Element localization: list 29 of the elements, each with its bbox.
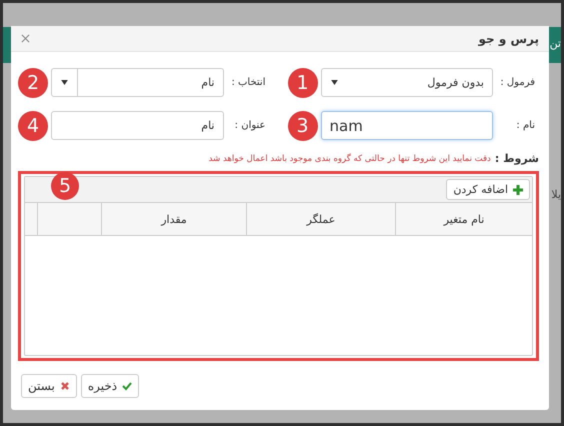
field-label: انتخاب : — [230, 77, 266, 88]
x-icon — [60, 381, 70, 391]
page-text: یلا — [551, 188, 561, 201]
column-header[interactable]: عملگر — [246, 203, 395, 235]
dropdown-arrow-icon — [330, 80, 338, 85]
save-button[interactable]: ذخیره — [80, 374, 140, 398]
page-header-text: تن — [550, 37, 561, 50]
field-label: عنوان : — [234, 120, 266, 131]
number-badge: 2 — [18, 68, 48, 98]
input-field[interactable]: nam — [320, 111, 493, 140]
number-badge: 3 — [288, 110, 318, 140]
field-label: نام : — [515, 120, 536, 131]
number-badge: 1 — [288, 68, 318, 98]
number-badge: 4 — [18, 110, 48, 140]
formula-dropdown[interactable]: بدون فرمول — [320, 68, 493, 97]
column-header[interactable]: نام متغیر — [395, 203, 532, 235]
field-label: فرمول : — [499, 77, 536, 88]
column-header[interactable]: مقدار — [101, 203, 246, 235]
notice-text: دقت نمایید این شروط تنها در حالتی که گروه بندی موجود باشد اعمال خواهد شد — [208, 154, 491, 164]
conditions-label: شروط : — [494, 152, 539, 165]
input-field[interactable]: نام — [51, 111, 224, 140]
close-icon[interactable] — [21, 34, 30, 43]
window-title: پرس و جو — [478, 32, 539, 46]
dropdown-arrow-icon — [61, 80, 68, 85]
plus-icon — [513, 184, 523, 194]
add-button[interactable]: اضافه کردن — [446, 179, 530, 200]
close-button[interactable]: بستن — [21, 374, 77, 398]
check-icon — [122, 381, 132, 391]
select-dropdown[interactable]: نام — [51, 68, 224, 97]
